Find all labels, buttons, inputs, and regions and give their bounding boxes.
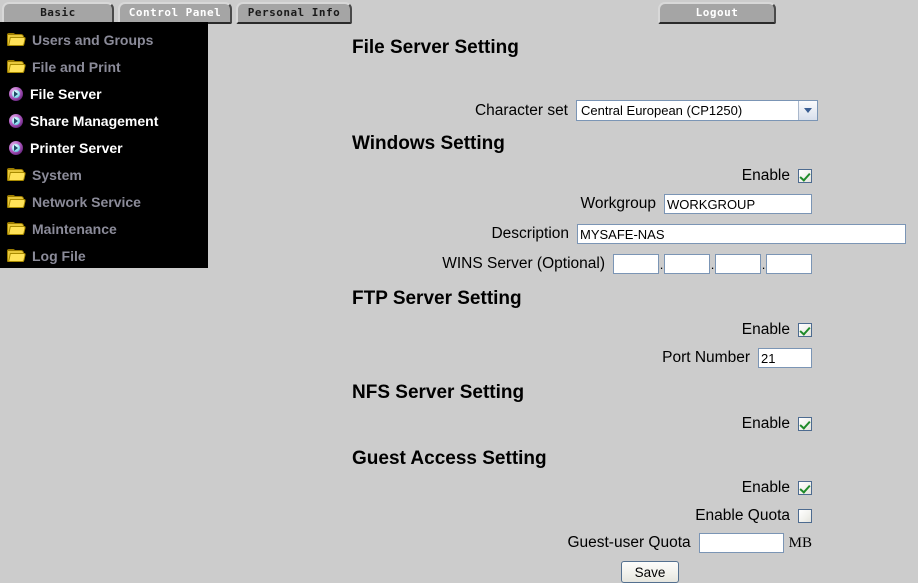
ftp-port-label: Port Number xyxy=(662,349,750,366)
folder-icon xyxy=(7,167,26,182)
sidebar-item-share-management[interactable]: Share Management xyxy=(0,107,208,134)
guest-enable-checkbox[interactable] xyxy=(798,481,812,495)
folder-icon xyxy=(7,32,26,47)
guest-quota-label: Guest-user Quota xyxy=(567,534,691,551)
sidebar-item-label: Network Service xyxy=(32,193,141,210)
description-row: Description xyxy=(208,224,906,244)
sidebar-item-file-and-print[interactable]: File and Print xyxy=(0,53,208,80)
wins-server-row: WINS Server (Optional) . . . xyxy=(208,254,812,274)
disc-icon xyxy=(9,113,23,128)
nfs-enable-row: Enable xyxy=(208,415,812,433)
ftp-port-row: Port Number xyxy=(208,348,812,368)
ftp-enable-label: Enable xyxy=(741,321,790,338)
workgroup-label: Workgroup xyxy=(580,195,656,212)
guest-quota-unit: MB xyxy=(788,534,812,551)
character-set-label: Character set xyxy=(474,101,568,119)
windows-enable-row: Enable xyxy=(208,167,812,185)
folder-icon xyxy=(7,59,26,74)
tab-personal-info[interactable]: Personal Info xyxy=(236,2,352,24)
character-set-row: Character set Central European (CP1250) xyxy=(208,100,818,121)
tab-basic[interactable]: Basic xyxy=(2,2,114,24)
disc-icon xyxy=(9,86,23,101)
sidebar-item-system[interactable]: System xyxy=(0,161,208,188)
guest-quota-input[interactable] xyxy=(698,533,784,553)
nfs-setting-heading: NFS Server Setting xyxy=(352,382,525,403)
guest-quota-enable-row: Enable Quota xyxy=(208,507,812,525)
nfs-enable-checkbox[interactable] xyxy=(798,417,812,431)
sidebar-item-label: Maintenance xyxy=(32,220,117,237)
windows-enable-label: Enable xyxy=(741,167,790,184)
folder-icon xyxy=(7,221,26,236)
nfs-enable-label: Enable xyxy=(741,415,790,432)
sidebar-item-label: File Server xyxy=(30,85,102,102)
sidebar-item-label: Share Management xyxy=(30,112,159,129)
tab-control-panel[interactable]: Control Panel xyxy=(118,2,232,24)
sidebar-item-log-file[interactable]: Log File xyxy=(0,242,208,269)
wins-octet-4[interactable] xyxy=(766,254,812,274)
wins-server-label: WINS Server (Optional) xyxy=(442,255,605,272)
sidebar-item-network-service[interactable]: Network Service xyxy=(0,188,208,215)
ftp-setting-heading: FTP Server Setting xyxy=(352,288,522,309)
workgroup-input[interactable] xyxy=(664,194,812,214)
sidebar-item-label: System xyxy=(32,166,82,183)
ftp-enable-checkbox[interactable] xyxy=(798,323,812,337)
description-input[interactable] xyxy=(577,224,906,244)
guest-quota-enable-label: Enable Quota xyxy=(695,507,790,524)
sidebar-item-maintenance[interactable]: Maintenance xyxy=(0,215,208,242)
folder-icon xyxy=(7,248,26,263)
sidebar-item-printer-server[interactable]: Printer Server xyxy=(0,134,208,161)
folder-icon xyxy=(7,194,26,209)
page-title: File Server Setting xyxy=(352,37,519,58)
character-set-value: Central European (CP1250) xyxy=(581,103,743,118)
ftp-enable-row: Enable xyxy=(208,321,812,339)
wins-octet-1[interactable] xyxy=(613,254,659,274)
windows-enable-checkbox[interactable] xyxy=(798,169,812,183)
logout-button[interactable]: Logout xyxy=(658,2,776,24)
ftp-port-input[interactable] xyxy=(758,348,812,368)
sidebar-item-label: File and Print xyxy=(32,58,121,75)
sidebar-item-users-and-groups[interactable]: Users and Groups xyxy=(0,26,208,53)
sidebar-item-label: Users and Groups xyxy=(32,31,154,48)
guest-quota-enable-checkbox[interactable] xyxy=(798,509,812,523)
guest-enable-label: Enable xyxy=(741,479,790,496)
workgroup-row: Workgroup xyxy=(208,194,812,214)
chevron-down-icon[interactable] xyxy=(798,101,817,120)
character-set-select[interactable]: Central European (CP1250) xyxy=(576,100,818,121)
guest-access-heading: Guest Access Setting xyxy=(352,448,547,469)
save-button[interactable]: Save xyxy=(621,561,679,583)
disc-icon xyxy=(9,140,23,155)
description-label: Description xyxy=(491,225,569,242)
sidebar-item-label: Printer Server xyxy=(30,139,123,156)
main-content: File Server Setting Character set Centra… xyxy=(208,26,918,583)
sidebar: Users and Groups File and Print File Ser… xyxy=(0,24,208,268)
guest-enable-row: Enable xyxy=(208,479,812,497)
sidebar-item-label: Log File xyxy=(32,247,86,264)
windows-setting-heading: Windows Setting xyxy=(352,133,505,154)
wins-octet-3[interactable] xyxy=(715,254,761,274)
guest-quota-row: Guest-user Quota MB xyxy=(208,533,812,553)
wins-octet-2[interactable] xyxy=(664,254,710,274)
sidebar-item-file-server[interactable]: File Server xyxy=(0,80,208,107)
